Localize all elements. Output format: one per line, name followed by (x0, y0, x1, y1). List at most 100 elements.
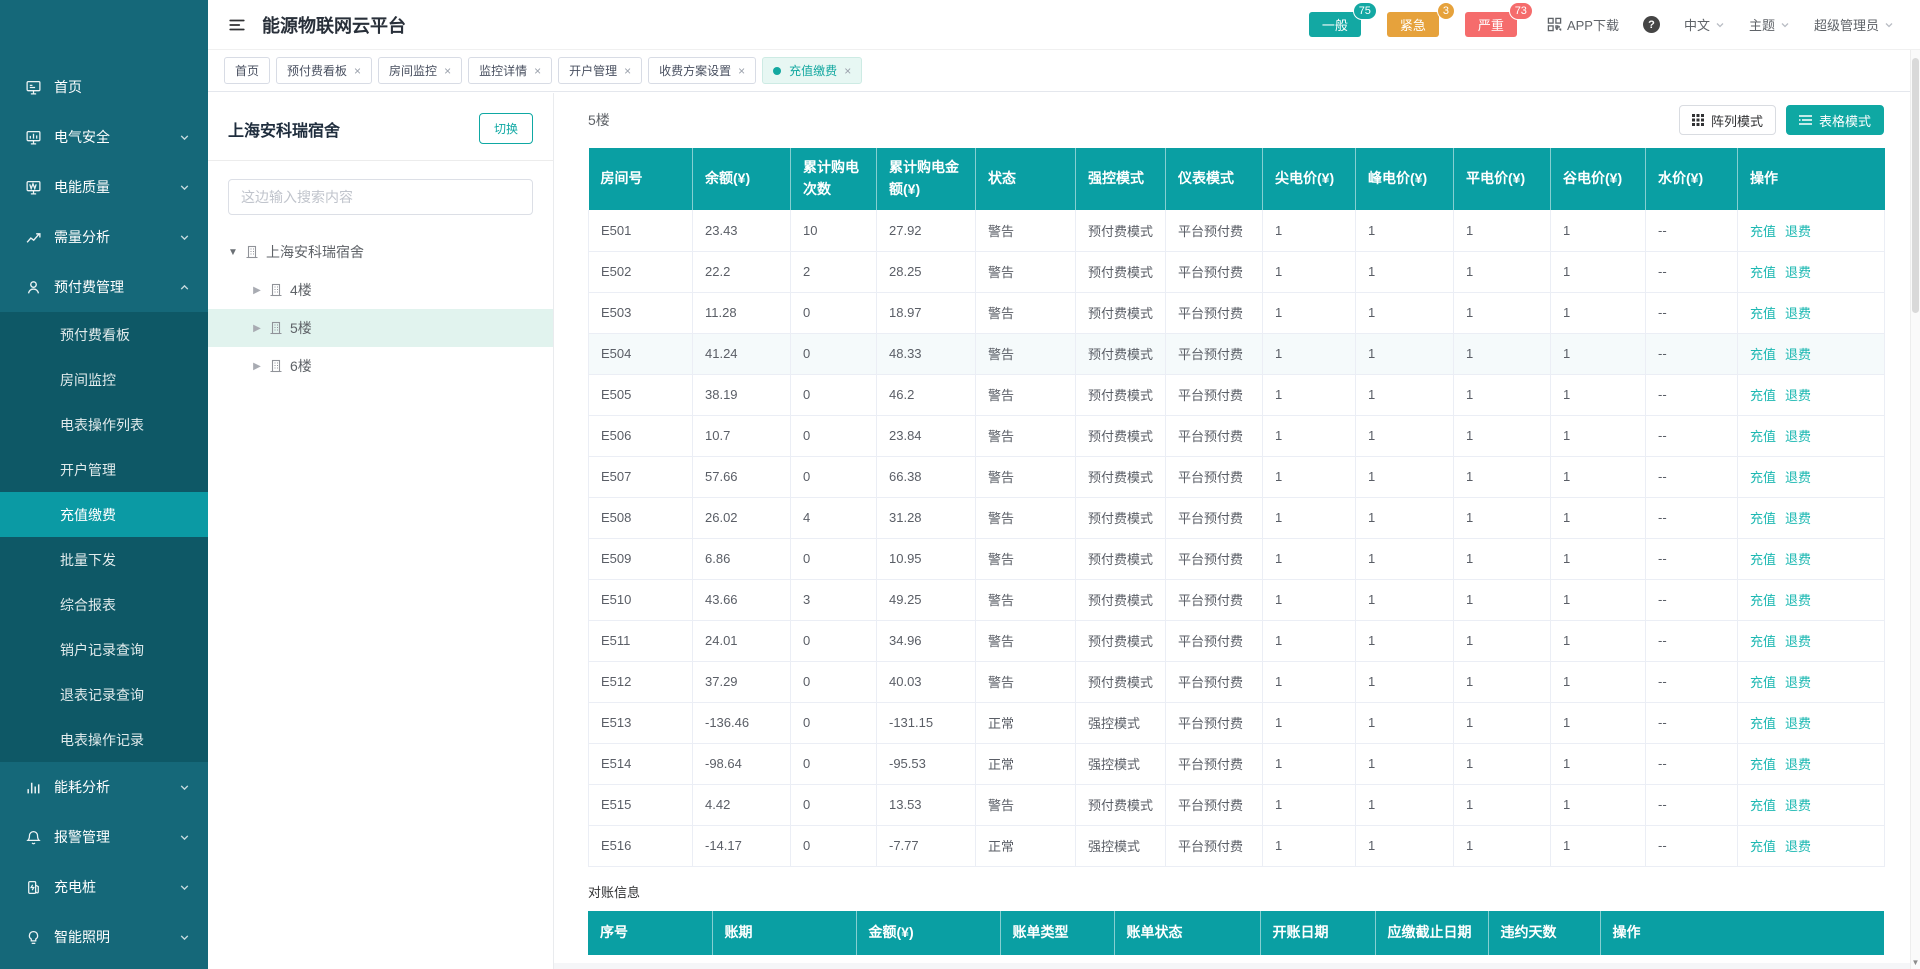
sidebar-item-销户记录查询[interactable]: 销户记录查询 (0, 627, 208, 672)
sidebar-item-房间监控[interactable]: 房间监控 (0, 357, 208, 402)
table-row: E51237.29040.03警告预付费模式平台预付费1111--充值退费 (589, 661, 1885, 702)
caret-right-icon[interactable]: ▶ (252, 323, 262, 334)
purchase-amount-cell: 49.25 (877, 579, 976, 620)
sidebar-item-开户管理[interactable]: 开户管理 (0, 447, 208, 492)
status-cell: 警告 (976, 251, 1076, 292)
recharge-link[interactable]: 充值 (1750, 429, 1776, 444)
app-download-button[interactable]: APP下载 (1547, 15, 1619, 34)
recharge-link[interactable]: 充值 (1750, 593, 1776, 608)
refund-link[interactable]: 退费 (1785, 634, 1811, 649)
recharge-link[interactable]: 充值 (1750, 511, 1776, 526)
tab-close-icon[interactable]: × (534, 65, 541, 77)
refund-link[interactable]: 退费 (1785, 306, 1811, 321)
caret-right-icon[interactable]: ▶ (252, 361, 262, 372)
menu-collapse-icon[interactable] (228, 16, 246, 34)
table-row: E51124.01034.96警告预付费模式平台预付费1111--充值退费 (589, 620, 1885, 661)
sidebar-item-电能质量[interactable]: 电能质量 (0, 162, 208, 212)
recharge-link[interactable]: 充值 (1750, 388, 1776, 403)
sidebar-item-电表操作列表[interactable]: 电表操作列表 (0, 402, 208, 447)
theme-select[interactable]: 主题 (1749, 15, 1790, 34)
tree-node-6楼[interactable]: ▶6楼 (208, 347, 553, 385)
actions-cell: 充值退费 (1738, 456, 1885, 497)
tree-node-5楼[interactable]: ▶5楼 (208, 309, 553, 347)
recharge-link[interactable]: 充值 (1750, 798, 1776, 813)
recharge-link[interactable]: 充值 (1750, 757, 1776, 772)
alarm-badge-紧急[interactable]: 紧急3 (1387, 12, 1439, 37)
sidebar-item-需量分析[interactable]: 需量分析 (0, 212, 208, 262)
tab-充值缴费[interactable]: 充值缴费× (762, 57, 862, 84)
caret-right-icon[interactable]: ▶ (252, 285, 262, 296)
refund-link[interactable]: 退费 (1785, 798, 1811, 813)
column-header-仪表模式: 仪表模式 (1166, 148, 1263, 210)
sidebar-item-首页[interactable]: 首页 (0, 62, 208, 112)
tab-close-icon[interactable]: × (624, 65, 631, 77)
sidebar-item-智能照明[interactable]: 智能照明 (0, 912, 208, 962)
tab-预付费看板[interactable]: 预付费看板× (276, 57, 372, 84)
refund-link[interactable]: 退费 (1785, 757, 1811, 772)
sidebar-item-能耗分析[interactable]: 能耗分析 (0, 762, 208, 812)
tab-首页[interactable]: 首页 (224, 57, 270, 84)
scrollbar-down-arrow[interactable]: ▼ (1911, 958, 1920, 967)
tab-收费方案设置[interactable]: 收费方案设置× (648, 57, 756, 84)
caret-down-icon[interactable]: ▼ (228, 247, 238, 258)
recharge-link[interactable]: 充值 (1750, 675, 1776, 690)
page-scrollbar[interactable]: ▼ (1910, 50, 1920, 969)
tab-close-icon[interactable]: × (844, 65, 851, 77)
status-cell: 警告 (976, 333, 1076, 374)
recharge-link[interactable]: 充值 (1750, 265, 1776, 280)
tab-房间监控[interactable]: 房间监控× (378, 57, 462, 84)
sidebar-item-综合报表[interactable]: 综合报表 (0, 582, 208, 627)
sidebar-item-预付费看板[interactable]: 预付费看板 (0, 312, 208, 357)
refund-link[interactable]: 退费 (1785, 388, 1811, 403)
refund-link[interactable]: 退费 (1785, 511, 1811, 526)
table-mode-button[interactable]: 表格模式 (1786, 105, 1884, 135)
recharge-link[interactable]: 充值 (1750, 716, 1776, 731)
refund-link[interactable]: 退费 (1785, 224, 1811, 239)
tab-close-icon[interactable]: × (738, 65, 745, 77)
refund-link[interactable]: 退费 (1785, 839, 1811, 854)
recharge-link[interactable]: 充值 (1750, 224, 1776, 239)
recharge-link[interactable]: 充值 (1750, 839, 1776, 854)
sidebar-item-预付费管理[interactable]: 预付费管理 (0, 262, 208, 312)
sidebar-item-退表记录查询[interactable]: 退表记录查询 (0, 672, 208, 717)
control-mode-cell: 预付费模式 (1076, 497, 1166, 538)
sidebar-item-电表操作记录[interactable]: 电表操作记录 (0, 717, 208, 762)
refund-link[interactable]: 退费 (1785, 429, 1811, 444)
alarm-badge-一般[interactable]: 一般75 (1309, 12, 1361, 37)
sidebar-item-批量下发[interactable]: 批量下发 (0, 537, 208, 582)
refund-link[interactable]: 退费 (1785, 552, 1811, 567)
alarm-badge-严重[interactable]: 严重73 (1465, 12, 1517, 37)
tab-监控详情[interactable]: 监控详情× (468, 57, 552, 84)
tree-node-root[interactable]: ▼上海安科瑞宿舍 (208, 233, 553, 271)
recharge-link[interactable]: 充值 (1750, 634, 1776, 649)
tree-search-input[interactable] (228, 179, 533, 215)
sidebar-item-充值缴费[interactable]: 充值缴费 (0, 492, 208, 537)
sidebar-item-报警管理[interactable]: 报警管理 (0, 812, 208, 862)
refund-link[interactable]: 退费 (1785, 470, 1811, 485)
tab-close-icon[interactable]: × (444, 65, 451, 77)
refund-link[interactable]: 退费 (1785, 593, 1811, 608)
peak-price-cell: 1 (1356, 702, 1454, 743)
grid-mode-button[interactable]: 阵列模式 (1679, 105, 1776, 135)
control-mode-cell: 预付费模式 (1076, 292, 1166, 333)
tree-node-4楼[interactable]: ▶4楼 (208, 271, 553, 309)
tab-开户管理[interactable]: 开户管理× (558, 57, 642, 84)
recharge-link[interactable]: 充值 (1750, 552, 1776, 567)
scrollbar-thumb[interactable] (1912, 58, 1919, 313)
switch-building-button[interactable]: 切换 (479, 113, 533, 144)
language-select[interactable]: 中文 (1684, 15, 1725, 34)
actions-cell: 充值退费 (1738, 292, 1885, 333)
refund-link[interactable]: 退费 (1785, 265, 1811, 280)
help-icon[interactable]: ? (1643, 16, 1660, 33)
recharge-link[interactable]: 充值 (1750, 347, 1776, 362)
recharge-link[interactable]: 充值 (1750, 306, 1776, 321)
recharge-link[interactable]: 充值 (1750, 470, 1776, 485)
purchase-amount-cell: -131.15 (877, 702, 976, 743)
sidebar-item-电气安全[interactable]: 电气安全 (0, 112, 208, 162)
refund-link[interactable]: 退费 (1785, 716, 1811, 731)
user-menu[interactable]: 超级管理员 (1814, 15, 1894, 34)
sidebar-item-充电桩[interactable]: 充电桩 (0, 862, 208, 912)
tab-close-icon[interactable]: × (354, 65, 361, 77)
refund-link[interactable]: 退费 (1785, 675, 1811, 690)
refund-link[interactable]: 退费 (1785, 347, 1811, 362)
